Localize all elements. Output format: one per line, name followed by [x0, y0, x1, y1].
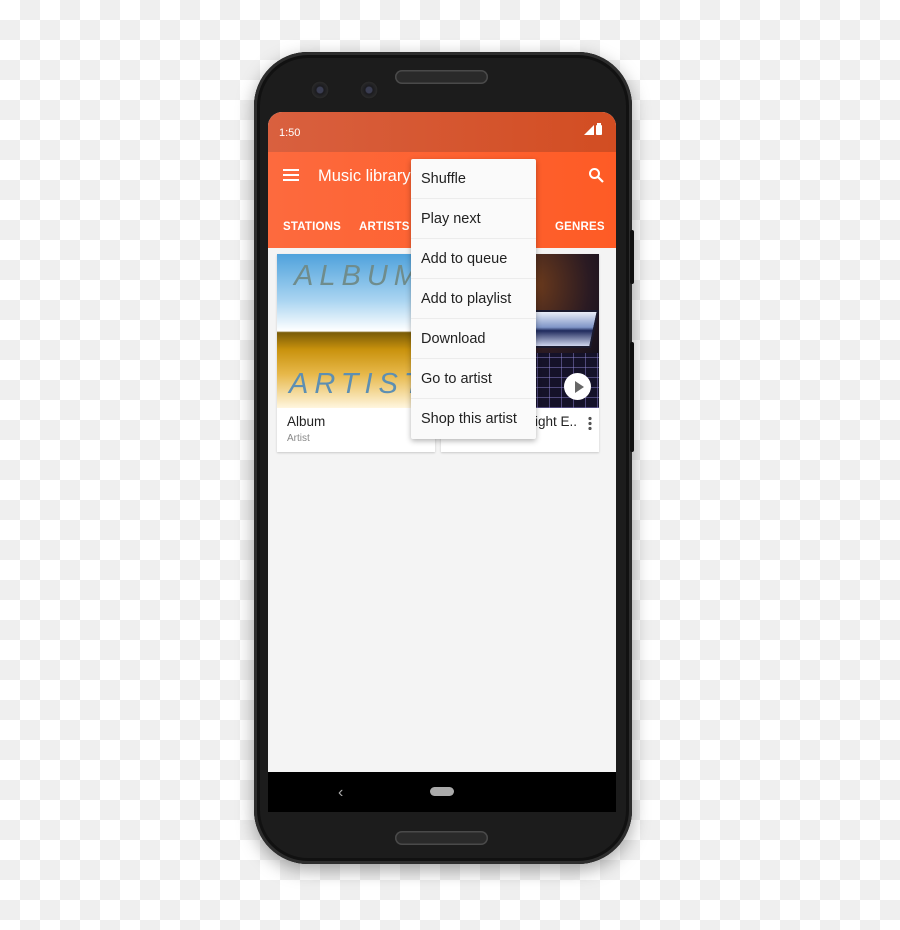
battery-icon [596, 123, 602, 135]
power-button [630, 230, 634, 284]
tab-stations[interactable]: STATIONS [283, 221, 341, 233]
play-icon[interactable] [564, 373, 591, 400]
page-title: Music library [318, 167, 411, 185]
earpiece-speaker [395, 70, 488, 84]
signal-icon [584, 125, 594, 135]
menu-item-shuffle[interactable]: Shuffle [411, 159, 536, 199]
front-camera-icon [360, 81, 378, 99]
front-camera-icon [311, 81, 329, 99]
menu-item-shop-this-artist[interactable]: Shop this artist [411, 399, 536, 439]
menu-item-download[interactable]: Download [411, 319, 536, 359]
menu-item-add-to-queue[interactable]: Add to queue [411, 239, 536, 279]
status-bar: 1:50 [268, 112, 616, 152]
home-icon[interactable] [430, 787, 454, 796]
back-icon[interactable]: ‹ [338, 784, 343, 802]
album-artist: Artist [287, 433, 310, 444]
search-icon[interactable] [588, 167, 604, 183]
menu-item-play-next[interactable]: Play next [411, 199, 536, 239]
album-art-text: ALBUM [294, 260, 424, 292]
system-nav-bar: ‹ [268, 772, 616, 812]
tab-artists[interactable]: ARTISTS [359, 221, 410, 233]
bottom-speaker [395, 831, 488, 845]
tab-genres[interactable]: GENRES [555, 221, 605, 233]
album-title: Album [287, 414, 326, 429]
context-menu: Shuffle Play next Add to queue Add to pl… [411, 159, 536, 439]
hamburger-menu-icon[interactable] [283, 169, 299, 181]
more-vert-icon[interactable] [588, 416, 592, 430]
volume-button [630, 342, 634, 452]
menu-item-go-to-artist[interactable]: Go to artist [411, 359, 536, 399]
menu-item-add-to-playlist[interactable]: Add to playlist [411, 279, 536, 319]
album-art-text: ARTIST [289, 368, 428, 400]
status-time: 1:50 [279, 127, 301, 139]
